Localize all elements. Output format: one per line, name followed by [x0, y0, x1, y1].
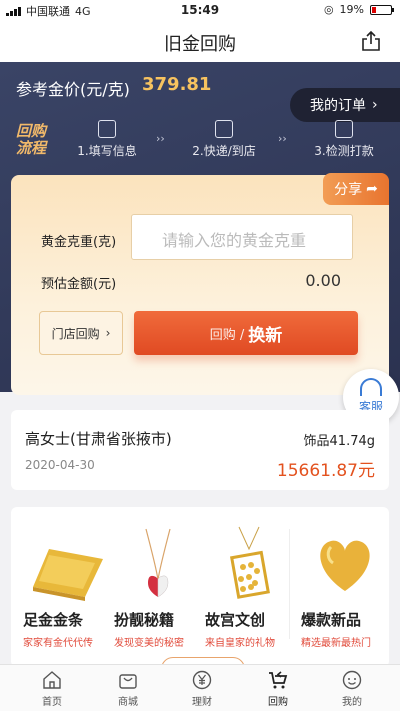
product-subtitle: 发现变美的秘密 — [114, 638, 184, 649]
flow-step-label: 3.检测打款 — [314, 144, 374, 158]
product-subtitle: 来自皇家的礼物 — [205, 638, 275, 649]
gold-bar-image — [33, 549, 103, 601]
buyback-record-card[interactable]: 高女士(甘肃省张掖市) 2020-04-30 饰品41.74g 15661.87… — [11, 410, 389, 490]
record-weight: 饰品41.74g — [303, 434, 375, 449]
buyback-exchange-button[interactable]: 回购 / 换新 — [134, 311, 358, 355]
cart-return-icon — [269, 671, 288, 689]
exchange-label: 换新 — [248, 325, 283, 346]
divider — [289, 529, 290, 639]
flow-logo-line1: 回购 — [16, 122, 47, 140]
product-palace[interactable]: 故宫文创 来自皇家的礼物 — [203, 525, 293, 660]
yuan-icon — [192, 670, 212, 690]
bag-icon — [119, 674, 137, 689]
flow-logo: 回购 流程 — [16, 123, 46, 157]
tab-label: 首页 — [42, 697, 62, 708]
tab-bar: 首页 商城 理财 回购 我的 — [0, 664, 400, 711]
battery-icon — [370, 4, 394, 15]
gold-heart-image — [320, 540, 370, 591]
product-subtitle: 家家有金代代传 — [23, 638, 93, 649]
chevron-right-icon: › — [105, 326, 111, 340]
buyback-flow: 回购 流程 1.填写信息 ›› 2.快递/到店 ›› 3.检测打款 — [0, 120, 400, 170]
estimate-label: 预估金额(元) — [41, 277, 117, 292]
my-order-button[interactable]: 我的订单 › — [290, 88, 400, 122]
product-beauty[interactable]: 扮靓秘籍 发现变美的秘密 — [112, 525, 202, 660]
tab-finance[interactable]: 理财 — [162, 669, 242, 708]
gold-weight-input[interactable]: 请输入您的黄金克重 — [131, 214, 353, 260]
product-title: 扮靓秘籍 — [114, 611, 175, 629]
product-title: 故宫文创 — [205, 611, 266, 629]
gold-weight-label: 黄金克重(克) — [41, 235, 117, 250]
flow-step-delivery: 2.快递/到店 — [184, 120, 264, 159]
tab-buyback[interactable]: 回购 — [238, 669, 318, 708]
record-amount: 15661.87元 — [276, 461, 375, 481]
buyback-calculator: 分享 ➦ 黄金克重(克) 请输入您的黄金克重 预估金额(元) 0.00 门店回购… — [11, 173, 389, 395]
store-buyback-label: 门店回购 — [51, 326, 100, 341]
headset-icon — [360, 378, 382, 396]
tab-home[interactable]: 首页 — [12, 669, 92, 708]
double-chevron-icon: ›› — [278, 132, 287, 145]
share-label: 分享 — [334, 182, 363, 198]
money-icon — [335, 120, 353, 138]
tab-label: 我的 — [342, 697, 362, 708]
estimate-value: 0.00 — [305, 271, 341, 290]
share-arrow-icon: ➦ — [366, 181, 378, 197]
necklace-image — [145, 528, 171, 598]
my-order-label: 我的订单 — [310, 98, 366, 114]
product-new[interactable]: 爆款新品 精选最新最热门 — [299, 525, 389, 660]
user-icon — [342, 670, 362, 690]
box-icon — [215, 120, 233, 138]
reference-price-label: 参考金价(元/克) — [16, 80, 130, 99]
flow-logo-line2: 流程 — [16, 139, 47, 157]
buyback-label: 回购 / — [209, 327, 245, 343]
store-buyback-button[interactable]: 门店回购 › — [39, 311, 123, 355]
tab-label: 回购 — [268, 697, 288, 708]
status-right: ◎ 19% — [323, 3, 394, 16]
orientation-lock-icon: ◎ — [323, 3, 334, 16]
product-gold-bar[interactable]: 足金金条 家家有金代代传 — [21, 525, 111, 660]
tab-label: 商城 — [118, 697, 138, 708]
nav-bar: 旧金回购 — [0, 20, 400, 62]
share-icon[interactable] — [360, 30, 382, 52]
chevron-right-icon: › — [372, 97, 378, 113]
product-title: 足金金条 — [23, 611, 84, 629]
reference-price-value: 379.81 — [142, 74, 212, 95]
tab-mine[interactable]: 我的 — [312, 669, 392, 708]
flow-step-fill-info: 1.填写信息 — [72, 120, 142, 159]
tab-mall[interactable]: 商城 — [88, 669, 168, 708]
product-subtitle: 精选最新最热门 — [301, 638, 371, 649]
edit-icon — [98, 120, 116, 138]
product-title: 爆款新品 — [301, 611, 362, 629]
record-customer: 高女士(甘肃省张掖市) — [25, 430, 172, 448]
record-date: 2020-04-30 — [25, 458, 95, 472]
home-icon — [43, 671, 61, 689]
battery-percent: 19% — [339, 3, 364, 16]
abacus-pendant-image — [230, 526, 270, 599]
page-title: 旧金回购 — [164, 34, 236, 55]
double-chevron-icon: ›› — [156, 132, 165, 145]
flow-step-label: 2.快递/到店 — [192, 144, 256, 158]
product-categories: 足金金条 家家有金代代传 扮靓秘籍 发现变美的秘密 故宫文创 来自皇家的礼物 爆… — [11, 507, 389, 667]
share-button[interactable]: 分享 ➦ — [323, 173, 389, 205]
status-bar: 中国联通 4G 15:49 ◎ 19% — [0, 0, 400, 20]
flow-step-label: 1.填写信息 — [77, 144, 137, 158]
tab-label: 理财 — [192, 697, 212, 708]
flow-step-payment: 3.检测打款 — [304, 120, 384, 159]
